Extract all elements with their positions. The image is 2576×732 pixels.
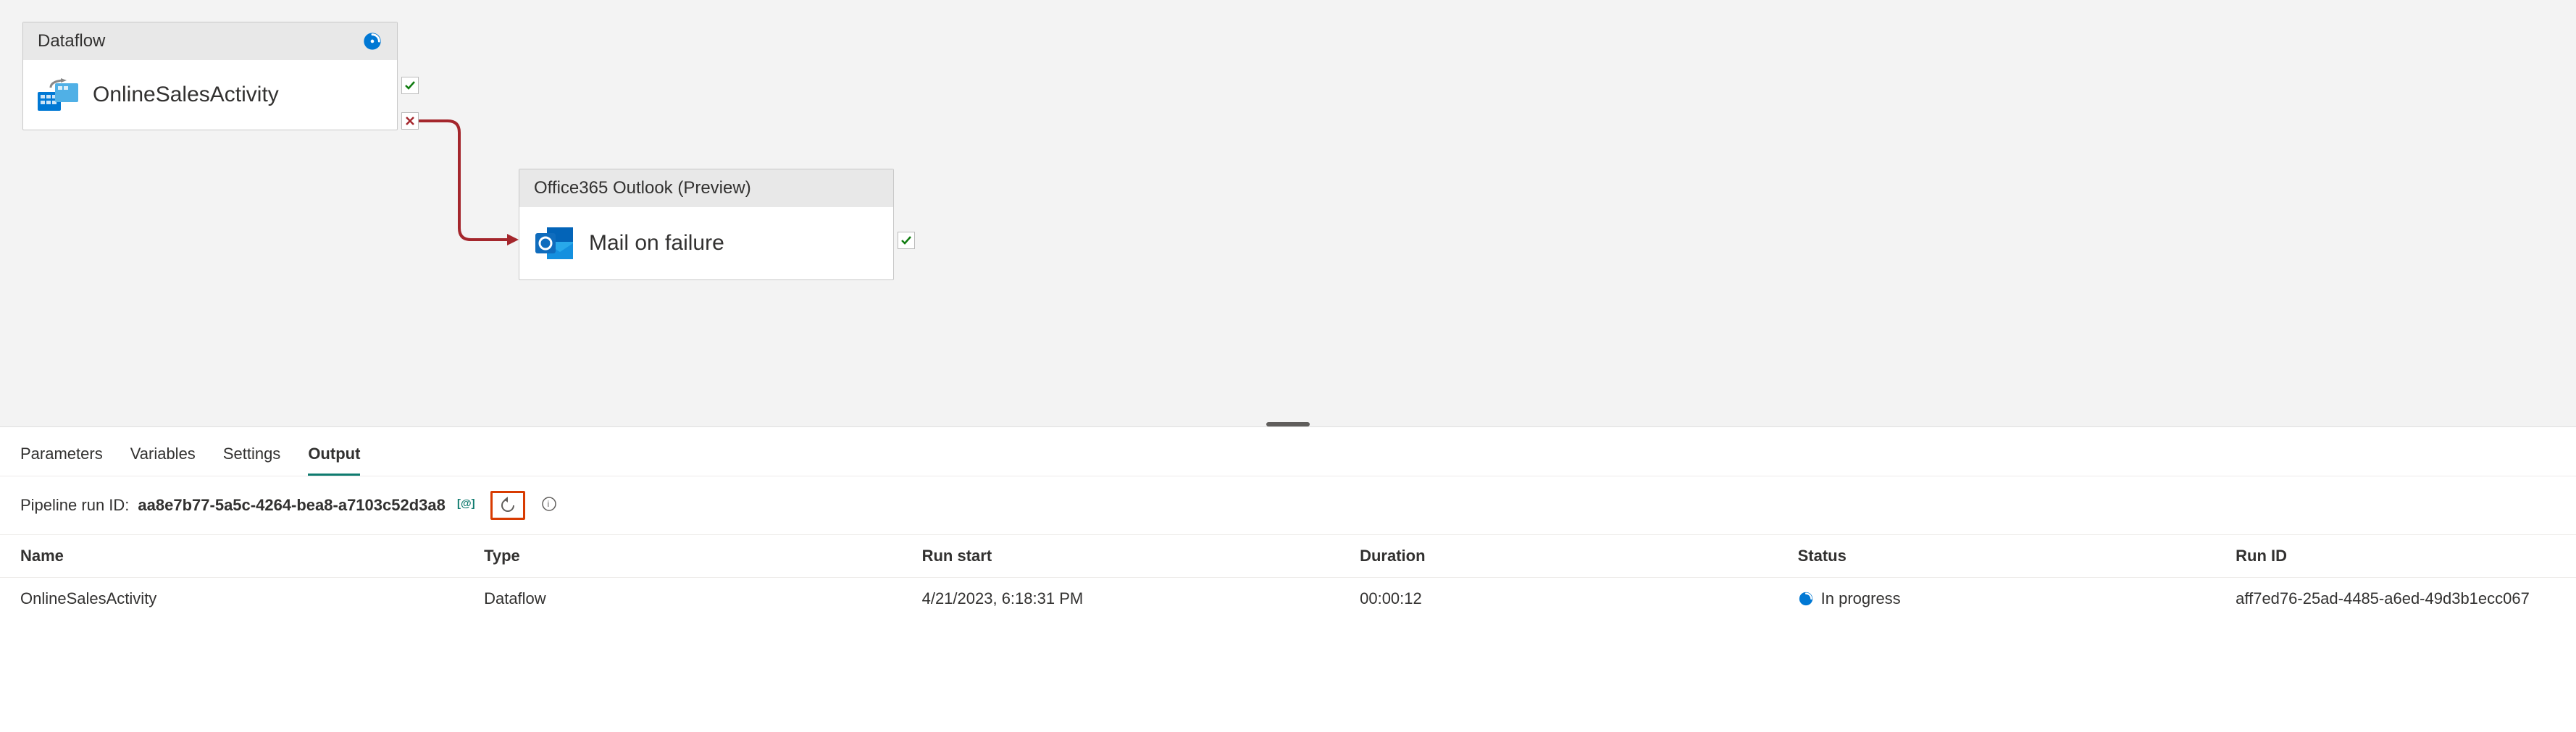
tab-parameters[interactable]: Parameters (20, 440, 103, 476)
panel-resize-handle[interactable] (1266, 422, 1310, 426)
table-header-row: Name Type Run start Duration Status Run … (0, 535, 2576, 578)
cell-run-id: aff7ed76-25ad-4485-a6ed-49d3b1ecc067 (2215, 578, 2576, 620)
cell-status: In progress (1778, 578, 2216, 620)
pipeline-run-id-row: Pipeline run ID: aa8e7b77-5a5c-4264-bea8… (0, 476, 2576, 535)
cell-name: OnlineSalesActivity (0, 578, 464, 620)
tabs-row: Parameters Variables Settings Output (0, 427, 2576, 476)
cell-run-start: 4/21/2023, 6:18:31 PM (902, 578, 1340, 620)
activity-type-label: Office365 Outlook (Preview) (534, 178, 751, 198)
activity-title: Mail on failure (589, 231, 724, 256)
dataflow-icon (38, 77, 78, 112)
activity-body: OnlineSalesActivity (23, 60, 397, 130)
success-port-icon[interactable] (898, 232, 915, 249)
in-progress-spinner-icon (1798, 591, 1814, 607)
failure-port-icon[interactable] (401, 112, 419, 130)
tab-output[interactable]: Output (308, 440, 360, 476)
success-port-icon[interactable] (401, 77, 419, 94)
status-text: In progress (1821, 589, 1901, 608)
run-id-label: Pipeline run ID: (20, 496, 129, 515)
refresh-button[interactable] (490, 491, 525, 520)
table-row[interactable]: OnlineSalesActivity Dataflow 4/21/2023, … (0, 578, 2576, 620)
outlook-icon (534, 224, 574, 262)
pipeline-canvas[interactable]: Dataflow OnlineSalesA (0, 0, 2576, 427)
refresh-icon (499, 497, 517, 514)
svg-text:[@]: [@] (457, 497, 475, 510)
output-panel: Parameters Variables Settings Output Pip… (0, 427, 2576, 620)
col-header-status[interactable]: Status (1778, 535, 2216, 578)
activity-outlook[interactable]: Office365 Outlook (Preview) Mail on fail… (519, 169, 894, 280)
activity-header: Office365 Outlook (Preview) (519, 169, 893, 207)
activity-body: Mail on failure (519, 207, 893, 279)
col-header-run-start[interactable]: Run start (902, 535, 1340, 578)
connector-arrow (419, 112, 519, 257)
activity-dataflow[interactable]: Dataflow OnlineSalesA (22, 22, 398, 130)
view-details-icon[interactable]: [@] (457, 497, 476, 514)
col-header-run-id[interactable]: Run ID (2215, 535, 2576, 578)
activity-header: Dataflow (23, 22, 397, 60)
activity-type-label: Dataflow (38, 31, 105, 51)
cell-duration: 00:00:12 (1339, 578, 1778, 620)
tab-settings[interactable]: Settings (223, 440, 281, 476)
in-progress-spinner-icon (362, 31, 382, 51)
output-table: Name Type Run start Duration Status Run … (0, 535, 2576, 620)
run-id-value: aa8e7b77-5a5c-4264-bea8-a7103c52d3a8 (138, 496, 445, 515)
activity-title: OnlineSalesActivity (93, 83, 279, 107)
svg-text:i: i (547, 499, 549, 509)
info-icon[interactable]: i (541, 496, 557, 516)
col-header-duration[interactable]: Duration (1339, 535, 1778, 578)
col-header-name[interactable]: Name (0, 535, 464, 578)
col-header-type[interactable]: Type (464, 535, 902, 578)
tab-variables[interactable]: Variables (130, 440, 196, 476)
cell-type: Dataflow (464, 578, 902, 620)
